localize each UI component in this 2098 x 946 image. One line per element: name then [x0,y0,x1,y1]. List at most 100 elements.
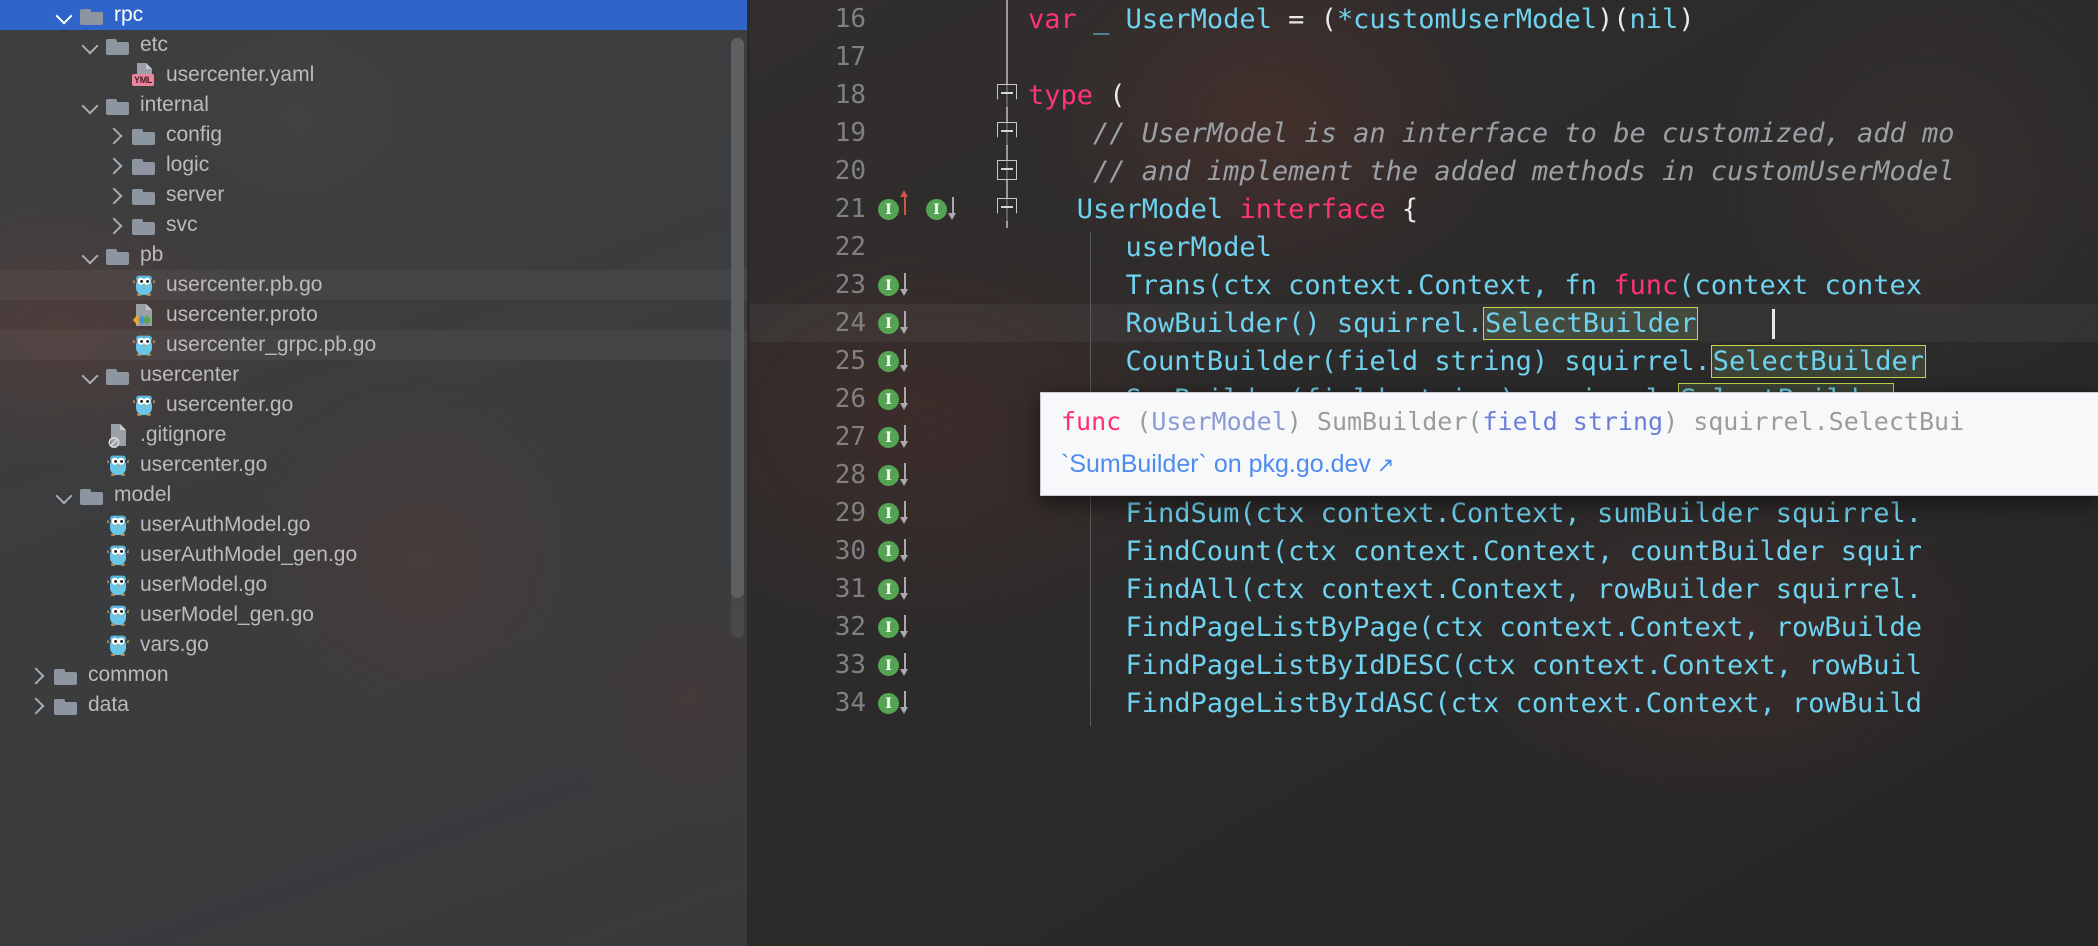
code-line[interactable]: 23 I Trans(ctx context.Context, fn func(c… [750,266,2098,308]
code-folding-column[interactable] [986,38,1028,76]
chevron-down-icon[interactable] [78,362,104,388]
code-text[interactable]: FindPageListByPage(ctx context.Context, … [1028,611,2098,650]
code-text[interactable]: Trans(ctx context.Context, fn func(conte… [1028,269,2098,308]
chevron-down-icon[interactable] [52,482,78,508]
code-text[interactable]: CountBuilder(field string) squirrel.Sele… [1028,344,2098,384]
tree-item-config[interactable]: config [0,120,750,150]
fold-collapse-icon[interactable] [997,198,1017,222]
interface-marker-icon[interactable]: I [878,693,899,714]
code-folding-column[interactable] [986,190,1028,228]
interface-marker-icon[interactable]: I [878,351,899,372]
fold-collapse-icon[interactable] [997,84,1017,108]
gutter-markers[interactable] [878,114,986,152]
tree-item-server[interactable]: server [0,180,750,210]
sidebar-scrollbar[interactable] [731,38,744,638]
chevron-down-icon[interactable] [78,242,104,268]
tree-item-internal[interactable]: internal [0,90,750,120]
gutter-markers[interactable]: II [878,190,986,228]
chevron-right-icon[interactable] [26,662,52,688]
tree-item-common[interactable]: common [0,660,750,690]
chevron-right-icon[interactable] [26,692,52,718]
gutter-markers[interactable]: I [878,684,986,722]
code-lines-container[interactable]: 16 var _ UserModel = (*customUserModel)(n… [750,0,2098,726]
code-folding-column[interactable] [986,608,1028,646]
tree-item-usercenter-yaml[interactable]: YML usercenter.yaml [0,60,750,90]
tree-item-usercenter-go[interactable]: usercenter.go [0,450,750,480]
tree-item-svc[interactable]: svc [0,210,750,240]
code-text[interactable]: userModel [1028,231,2098,270]
gutter-markers[interactable] [878,0,986,38]
code-line[interactable]: 16 var _ UserModel = (*customUserModel)(n… [750,0,2098,38]
gutter-markers[interactable]: I [878,608,986,646]
code-line[interactable]: 29 I FindSum(ctx context.Context, sumBuil… [750,494,2098,536]
tree-item-usercenter[interactable]: usercenter [0,360,750,390]
fold-collapse-icon[interactable] [997,160,1017,180]
fold-collapse-icon[interactable] [997,122,1017,146]
gutter-markers[interactable]: I [878,304,986,342]
code-folding-column[interactable] [986,646,1028,684]
code-text[interactable]: FindSum(ctx context.Context, sumBuilder … [1028,497,2098,536]
code-folding-column[interactable] [986,684,1028,722]
code-folding-column[interactable] [986,494,1028,532]
gutter-markers[interactable] [878,152,986,190]
sidebar-scrollbar-thumb[interactable] [731,38,744,598]
chevron-right-icon[interactable] [104,182,130,208]
quick-documentation-popup[interactable]: func (UserModel) SumBuilder(field string… [1040,392,2098,496]
chevron-down-icon[interactable] [78,32,104,58]
project-file-tree[interactable]: rpc etc YML usercenter.yaml internal config lo… [0,0,750,720]
code-text[interactable]: UserModel interface { [1028,194,2098,225]
interface-marker-icon[interactable]: I [878,427,899,448]
code-line[interactable]: 25 I CountBuilder(field string) squirrel.… [750,342,2098,384]
code-text[interactable]: FindAll(ctx context.Context, rowBuilder … [1028,573,2098,612]
tree-item-usercenter-proto[interactable]: usercenter.proto [0,300,750,330]
code-folding-column[interactable] [986,0,1028,38]
external-link-icon[interactable]: ↗ [1371,454,1395,477]
code-line[interactable]: 31 I FindAll(ctx context.Context, rowBuil… [750,570,2098,612]
pkg-go-dev-link[interactable]: `SumBuilder` on pkg.go.dev ↗ [1061,450,2079,479]
tree-item-usercenter-grpc-pb-go[interactable]: usercenter_grpc.pb.go [0,330,750,360]
code-folding-column[interactable] [986,114,1028,152]
interface-marker-icon[interactable]: I [878,617,899,638]
code-folding-column[interactable] [986,418,1028,456]
code-text[interactable]: type ( [1028,80,2098,111]
tree-item--gitignore[interactable]: .gitignore [0,420,750,450]
code-folding-column[interactable] [986,76,1028,114]
interface-marker-icon[interactable]: I [878,655,899,676]
code-line[interactable]: 17 [750,38,2098,76]
chevron-down-icon[interactable] [52,2,78,28]
interface-marker-icon[interactable]: I [878,275,899,296]
code-text[interactable]: FindPageListByIdASC(ctx context.Context,… [1028,687,2098,726]
tree-item-data[interactable]: data [0,690,750,720]
code-text[interactable]: // UserModel is an interface to be custo… [1028,118,2098,149]
interface-marker-icon[interactable]: I [878,465,899,486]
gutter-markers[interactable]: I [878,342,986,380]
gutter-markers[interactable]: I [878,456,986,494]
tree-item-pb[interactable]: pb [0,240,750,270]
code-line[interactable]: 33 I FindPageListByIdDESC(ctx context.Con… [750,646,2098,688]
code-line[interactable]: 34 I FindPageListByIdASC(ctx context.Cont… [750,684,2098,726]
chevron-right-icon[interactable] [104,152,130,178]
code-folding-column[interactable] [986,228,1028,266]
code-line[interactable]: 21 I I UserModel interface { [750,190,2098,228]
gutter-markers[interactable]: I [878,380,986,418]
tree-item-userauthmodel-gen-go[interactable]: userAuthModel_gen.go [0,540,750,570]
code-folding-column[interactable] [986,532,1028,570]
code-line[interactable]: 32 I FindPageListByPage(ctx context.Conte… [750,608,2098,650]
code-text[interactable]: // and implement the added methods in cu… [1028,156,2098,187]
gutter-markers[interactable]: I [878,266,986,304]
code-text[interactable]: RowBuilder() squirrel.SelectBuilder [1028,306,2098,346]
project-tool-window[interactable]: rpc etc YML usercenter.yaml internal config lo… [0,0,750,946]
code-folding-column[interactable] [986,456,1028,494]
chevron-right-icon[interactable] [104,212,130,238]
code-text[interactable]: var _ UserModel = (*customUserModel)(nil… [1028,4,2098,35]
tree-item-usercenter-pb-go[interactable]: usercenter.pb.go [0,270,750,300]
gutter-markers[interactable]: I [878,532,986,570]
tree-item-usermodel-go[interactable]: userModel.go [0,570,750,600]
code-line[interactable]: 19 // UserModel is an interface to be cu… [750,114,2098,152]
tree-item-usercenter-go[interactable]: usercenter.go [0,390,750,420]
code-folding-column[interactable] [986,570,1028,608]
interface-marker-icon[interactable]: I [878,199,899,220]
code-line[interactable]: 18 type ( [750,76,2098,114]
gutter-markers[interactable] [878,76,986,114]
gutter-markers[interactable]: I [878,570,986,608]
